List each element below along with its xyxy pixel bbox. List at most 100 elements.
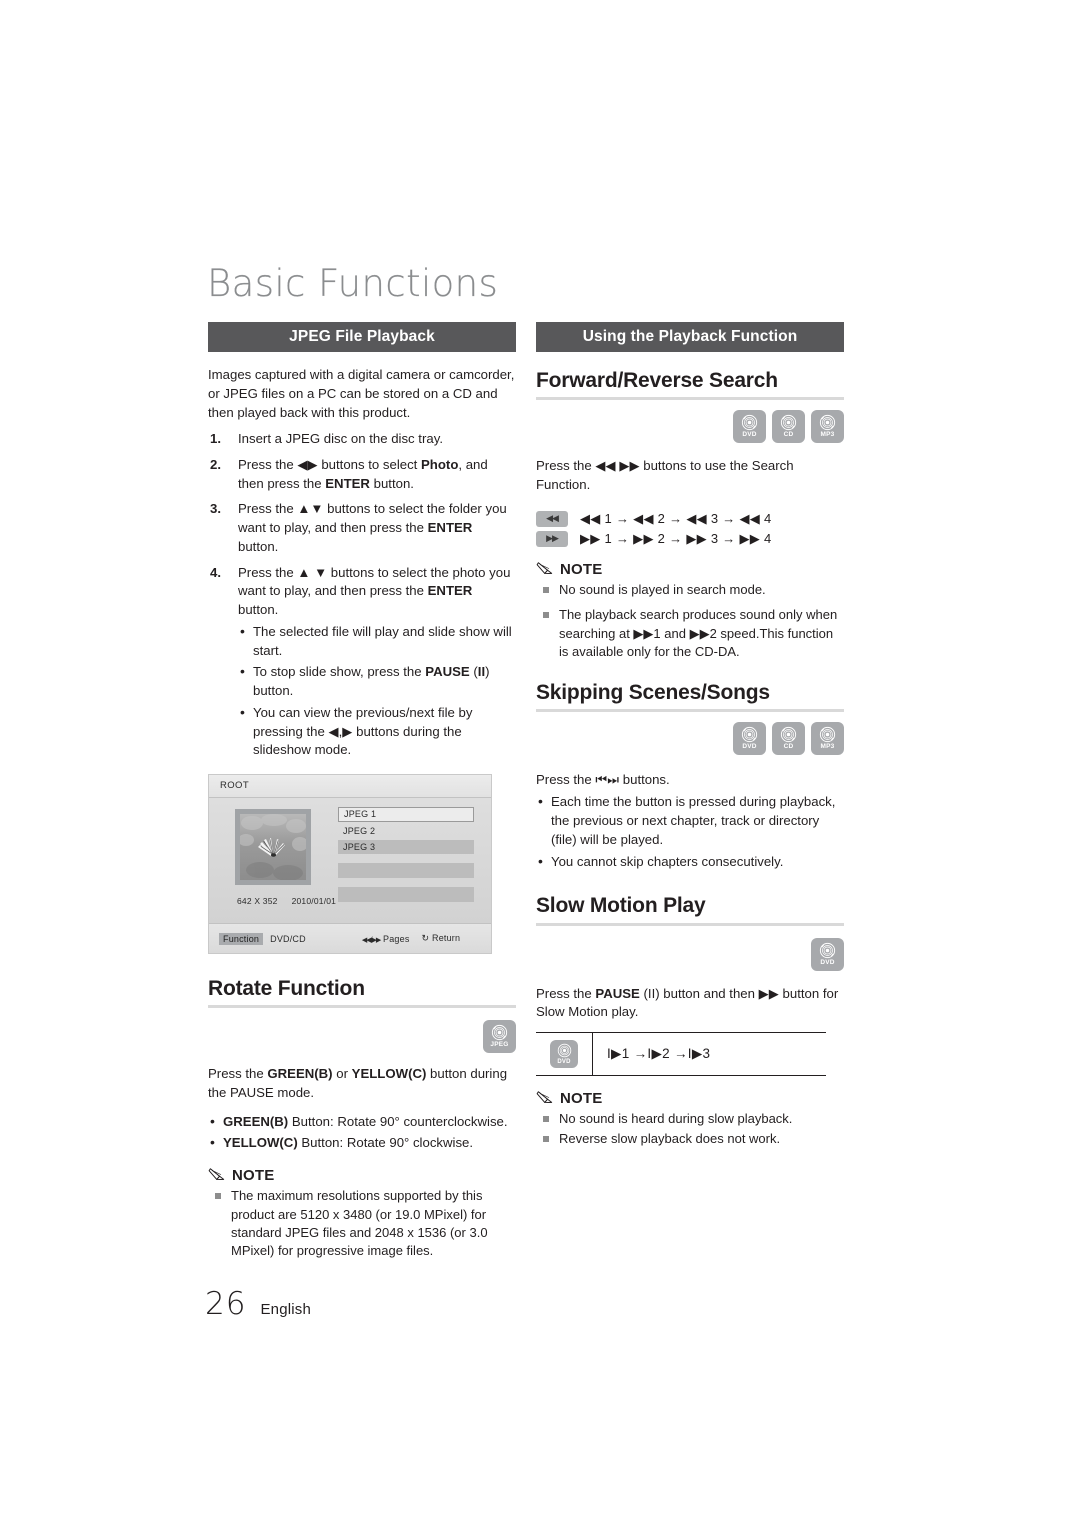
note-label: NOTE <box>560 1090 603 1108</box>
rotate-note-list: The maximum resolutions supported by thi… <box>208 1187 516 1261</box>
step-item: 2. Press the ◀▶ buttons to select Photo,… <box>208 456 516 493</box>
osd-return-label: Return <box>432 933 461 943</box>
osd-thumbnail-frame <box>235 809 311 885</box>
disc-badge-dvd: DVD <box>733 410 766 444</box>
rewind-key-icon[interactable]: ◀◀ <box>536 510 568 527</box>
bullet-item: Each time the button is pressed during p… <box>536 792 844 849</box>
page-title: Basic Functions <box>207 262 499 305</box>
osd-resolution: 642 X 352 <box>237 896 278 906</box>
disc-badge-mp3: MP3 <box>811 721 844 755</box>
note-header: NOTE <box>536 1090 844 1106</box>
disc-icon <box>491 1025 508 1041</box>
search-note-list: No sound is played in search mode. The p… <box>536 581 844 662</box>
bullet-item: YELLOW(C) Button: Rotate 90° clockwise. <box>208 1133 516 1153</box>
slow-note-list: No sound is heard during slow playback. … <box>536 1110 844 1149</box>
jpeg-steps-list: 1. Insert a JPEG disc on the disc tray. … <box>208 430 516 760</box>
heading-rule <box>536 922 844 926</box>
pencil-icon <box>536 561 553 574</box>
disc-badge-dvd: DVD <box>550 1040 578 1069</box>
disc-icon <box>557 1043 571 1058</box>
note-header: NOTE <box>536 561 844 577</box>
step-number: 3. <box>210 501 221 517</box>
speed-sequence: ◀◀ 1 → ◀◀ 2 → ◀◀ 3 → ◀◀ 4 <box>580 510 772 526</box>
disc-icon <box>819 942 836 958</box>
step-text: Press the ▲ ▼ buttons to select the phot… <box>238 564 511 618</box>
heading-rule <box>208 1005 516 1009</box>
fastforward-key-icon[interactable]: ▶▶ <box>536 530 568 547</box>
forward-reverse-search-heading: Forward/Reverse Search <box>536 369 778 393</box>
osd-file-item[interactable]: JPEG 3 <box>338 840 474 854</box>
prev-next-icon: ◀◀/▶▶ <box>361 936 382 944</box>
note-label: NOTE <box>560 560 603 578</box>
search-disc-badges: DVD CD MP3 <box>536 410 844 444</box>
skipping-disc-badges: DVD CD MP3 <box>536 721 844 755</box>
osd-image-metadata: 642 X 352 2010/01/01 <box>237 896 336 906</box>
heading-rule <box>536 708 844 712</box>
note-item: No sound is heard during slow playback. <box>536 1110 844 1128</box>
rotate-bullets-list: GREEN(B) Button: Rotate 90° counterclock… <box>208 1112 516 1153</box>
speed-row: ◀◀ ◀◀ 1 → ◀◀ 2 → ◀◀ 3 → ◀◀ 4 <box>536 510 844 527</box>
osd-function-button[interactable]: Function <box>219 932 264 945</box>
note-header: NOTE <box>208 1167 516 1183</box>
badge-label: DVD <box>742 742 757 750</box>
heading-rule <box>536 397 844 401</box>
step-item: 4. Press the ▲ ▼ buttons to select the p… <box>208 564 516 760</box>
rotate-intro-paragraph: Press the GREEN(B) or YELLOW(C) button d… <box>208 1066 508 1100</box>
osd-file-item[interactable]: JPEG 1 <box>338 807 474 822</box>
note-item: Reverse slow playback does not work. <box>536 1130 844 1148</box>
step-text: Insert a JPEG disc on the disc tray. <box>238 431 443 447</box>
osd-file-list: JPEG 1 JPEG 2 JPEG 3 <box>338 807 474 904</box>
rotate-function-heading: Rotate Function <box>208 977 365 1000</box>
osd-pages-hint: ◀◀/▶▶ Pages <box>362 934 410 944</box>
badge-label: CD <box>783 742 794 750</box>
disc-icon <box>819 726 836 743</box>
step-number: 2. <box>210 456 221 472</box>
badge-label: DVD <box>742 431 757 439</box>
page-number: 26 <box>205 1286 247 1322</box>
step-text: Press the ◀▶ buttons to select Photo, an… <box>238 456 488 491</box>
return-arrow-icon: ↻ <box>421 933 430 943</box>
osd-pages-label: Pages <box>383 933 410 944</box>
step-text: Press the ▲▼ buttons to select the folde… <box>238 501 507 554</box>
note-item: The maximum resolutions supported by thi… <box>208 1187 516 1261</box>
bullet-item: You cannot skip chapters consecutively. <box>536 852 844 872</box>
substep-item: To stop slide show, press the PAUSE (II)… <box>238 662 516 700</box>
note-item: The playback search produces sound only … <box>536 606 844 661</box>
osd-main-area: 642 X 352 2010/01/01 JPEG 1 JPEG 2 JPEG 3 <box>209 798 491 925</box>
osd-date: 2010/01/01 <box>291 896 337 906</box>
osd-file-item[interactable]: JPEG 2 <box>338 824 474 838</box>
badge-label: MP3 <box>820 431 835 439</box>
osd-return-hint[interactable]: ↻ Return <box>422 933 461 944</box>
forward-reverse-search-section: Forward/Reverse Search DVD CD MP3 Press … <box>536 368 844 661</box>
bullet-item: GREEN(B) Button: Rotate 90° counterclock… <box>208 1112 516 1132</box>
search-intro-paragraph: Press the ◀◀ ▶▶ buttons to use the Searc… <box>536 458 794 492</box>
substep-item: The selected file will play and slide sh… <box>238 622 516 660</box>
right-column: Using the Playback Function Forward/Reve… <box>536 322 844 1156</box>
osd-file-item-empty <box>338 863 474 878</box>
skipping-scenes-heading: Skipping Scenes/Songs <box>536 680 770 704</box>
badge-label: CD <box>783 431 794 439</box>
slow-intro-paragraph: Press the PAUSE (II) button and then ▶▶ … <box>536 985 839 1020</box>
search-speed-table: ◀◀ ◀◀ 1 → ◀◀ 2 → ◀◀ 3 → ◀◀ 4 ▶▶ ▶▶ 1 → ▶… <box>536 510 844 547</box>
note-item: No sound is played in search mode. <box>536 581 844 599</box>
osd-screenshot: ROOT 642 X 352 2010/01/01 JPEG 1 JPEG 2 … <box>208 774 492 954</box>
osd-footer-bar: Function DVD/CD ◀◀/▶▶ Pages ↻ Return <box>209 923 491 953</box>
skipping-scenes-section: Skipping Scenes/Songs DVD CD MP3 Press t… <box>536 680 844 872</box>
substep-item: You can view the previous/next file by p… <box>238 703 516 760</box>
slow-motion-play-heading: Slow Motion Play <box>536 894 706 918</box>
slow-motion-play-section: Slow Motion Play DVD Press the PAUSE (II… <box>536 893 844 1149</box>
step-item: 1. Insert a JPEG disc on the disc tray. <box>208 430 516 449</box>
slow-disc-badges: DVD <box>536 937 844 971</box>
step-number: 1. <box>210 431 221 447</box>
step-number: 4. <box>210 564 221 580</box>
manual-page: Basic Functions JPEG File Playback Image… <box>0 0 1080 1527</box>
badge-label: MP3 <box>820 742 835 750</box>
pencil-icon <box>208 1168 225 1181</box>
disc-icon <box>741 415 758 431</box>
badge-label: DVD <box>820 958 835 966</box>
speed-sequence: ▶▶ 1 → ▶▶ 2 → ▶▶ 3 → ▶▶ 4 <box>580 530 772 546</box>
disc-icon <box>819 415 836 431</box>
rotate-disc-badges: JPEG <box>208 1020 516 1054</box>
osd-title: ROOT <box>209 775 491 798</box>
section-header-using-playback-function: Using the Playback Function <box>536 322 844 353</box>
